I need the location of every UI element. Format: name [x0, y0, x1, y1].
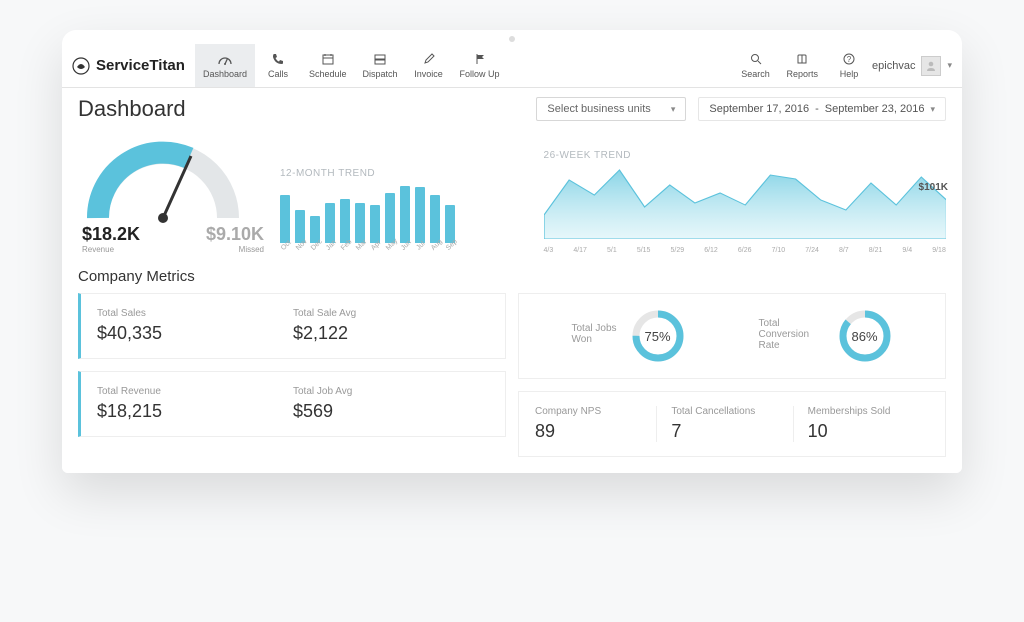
- chevron-down-icon: ▾: [947, 60, 952, 71]
- user-menu[interactable]: epichvac ▾: [872, 56, 952, 76]
- chevron-down-icon: ▾: [671, 104, 676, 115]
- trend-12-month: 12-MONTH TREND Oct No: [280, 168, 532, 254]
- nav-help[interactable]: ? Help: [826, 44, 872, 87]
- conversion-card: Total Jobs Won 75% Total Conversion Rate: [518, 293, 946, 379]
- nav-search[interactable]: Search: [733, 44, 779, 87]
- company-metrics-title: Company Metrics: [62, 254, 962, 293]
- metric-job-avg: Total Job Avg $569: [293, 386, 489, 422]
- metric-cancellations: Total Cancellations 7: [656, 406, 792, 442]
- trend12-title: 12-MONTH TREND: [280, 168, 532, 179]
- bar: [340, 199, 350, 243]
- laptop-frame: ServiceTitan Dashboard Calls: [62, 30, 962, 473]
- nav-label: Invoice: [414, 69, 443, 79]
- sales-card: Total Sales $40,335 Total Sale Avg $2,12…: [78, 293, 506, 359]
- brand-text: ServiceTitan: [96, 57, 185, 74]
- nav-dashboard[interactable]: Dashboard: [195, 44, 255, 87]
- nav-schedule[interactable]: Schedule: [301, 44, 355, 87]
- bar: [355, 203, 365, 243]
- trend-26-week: 26-WEEK TREND $101K 4/3 4/17 5/1 5/1: [544, 150, 946, 254]
- help-icon: ?: [843, 53, 855, 67]
- avatar-icon: [921, 56, 941, 76]
- nav-secondary: Search Reports ? Help: [733, 44, 873, 87]
- jobs-won-donut: 75%: [630, 308, 686, 364]
- bar-chart: [280, 183, 532, 243]
- brand-icon: [72, 57, 90, 75]
- page-title: Dashboard: [78, 96, 186, 122]
- trend26-title: 26-WEEK TREND: [544, 150, 946, 161]
- nav-label: Dispatch: [363, 69, 398, 79]
- area-chart: [544, 165, 946, 239]
- charts-row: $18.2K Revenue $9.10K Missed 12-MONTH TR…: [62, 122, 962, 254]
- brand-logo[interactable]: ServiceTitan: [72, 57, 195, 75]
- gauge-missed: $9.10K Missed: [206, 224, 264, 254]
- business-unit-select[interactable]: Select business units ▾: [536, 97, 686, 121]
- username: epichvac: [872, 60, 915, 72]
- nav-reports[interactable]: Reports: [779, 44, 827, 87]
- camera-dot: [509, 36, 515, 42]
- nav-invoice[interactable]: Invoice: [406, 44, 452, 87]
- nav-followup[interactable]: Follow Up: [452, 44, 508, 87]
- revenue-label: Revenue: [82, 245, 140, 254]
- nav-calls[interactable]: Calls: [255, 44, 301, 87]
- metric-sale-avg: Total Sale Avg $2,122: [293, 308, 489, 344]
- nav-dispatch[interactable]: Dispatch: [355, 44, 406, 87]
- subheader: Dashboard Select business units ▾ Septem…: [62, 88, 962, 122]
- phone-icon: [272, 53, 284, 67]
- search-icon: [750, 53, 762, 67]
- pencil-icon: [423, 53, 435, 67]
- metrics-grid: Total Sales $40,335 Total Sale Avg $2,12…: [62, 293, 962, 473]
- metric-total-sales: Total Sales $40,335: [97, 308, 293, 344]
- nav-label: Dashboard: [203, 69, 247, 79]
- dashboard-icon: [218, 53, 232, 67]
- bar: [430, 195, 440, 243]
- nav-label: Calls: [268, 69, 288, 79]
- missed-label: Missed: [206, 245, 264, 254]
- svg-text:?: ?: [847, 55, 852, 64]
- nav-primary: Dashboard Calls Schedule: [195, 44, 508, 87]
- nav-label: Reports: [787, 69, 819, 79]
- stats-card: Company NPS 89 Total Cancellations 7 Mem…: [518, 391, 946, 457]
- chevron-down-icon: ▾: [930, 104, 935, 115]
- gauge-panel: $18.2K Revenue $9.10K Missed: [78, 128, 268, 254]
- metrics-right: Total Jobs Won 75% Total Conversion Rate: [518, 293, 946, 457]
- metric-total-revenue: Total Revenue $18,215: [97, 386, 293, 422]
- revenue-value: $18.2K: [82, 224, 140, 245]
- select-label: Select business units: [547, 103, 650, 115]
- metrics-left: Total Sales $40,335 Total Sale Avg $2,12…: [78, 293, 506, 457]
- bar: [415, 187, 425, 243]
- metric-nps: Company NPS 89: [535, 406, 656, 442]
- area-x-labels: 4/3 4/17 5/1 5/15 5/29 6/12 6/26 7/10 7/…: [544, 247, 946, 254]
- conversion-donut: 86%: [837, 308, 893, 364]
- dispatch-icon: [374, 53, 386, 67]
- revenue-card: Total Revenue $18,215 Total Job Avg $569: [78, 371, 506, 437]
- bar: [325, 203, 335, 243]
- flag-icon: [474, 53, 486, 67]
- date-to: September 23, 2016: [825, 103, 925, 115]
- top-nav: ServiceTitan Dashboard Calls: [62, 44, 962, 88]
- bar: [400, 186, 410, 243]
- bar-x-labels: Oct Nov Dec Jan Feb Mar Apr May Jun Jul …: [280, 247, 532, 254]
- gauge-chart: [78, 128, 248, 223]
- bar: [445, 205, 455, 243]
- date-range-picker[interactable]: September 17, 2016 - September 23, 2016 …: [698, 97, 946, 121]
- calendar-icon: [322, 53, 334, 67]
- nav-label: Search: [741, 69, 770, 79]
- area-end-label: $101K: [919, 182, 948, 193]
- date-from: September 17, 2016: [709, 103, 809, 115]
- nav-label: Follow Up: [460, 69, 500, 79]
- bar: [370, 205, 380, 243]
- jobs-won-block: Total Jobs Won 75%: [572, 308, 686, 364]
- reports-icon: [796, 53, 808, 67]
- bar: [385, 193, 395, 243]
- gauge-revenue: $18.2K Revenue: [82, 224, 140, 254]
- nav-label: Help: [840, 69, 859, 79]
- screen: ServiceTitan Dashboard Calls: [62, 44, 962, 473]
- conversion-block: Total Conversion Rate 86%: [759, 308, 893, 364]
- bar: [280, 195, 290, 243]
- nav-label: Schedule: [309, 69, 347, 79]
- metric-memberships: Memberships Sold 10: [793, 406, 929, 442]
- missed-value: $9.10K: [206, 224, 264, 245]
